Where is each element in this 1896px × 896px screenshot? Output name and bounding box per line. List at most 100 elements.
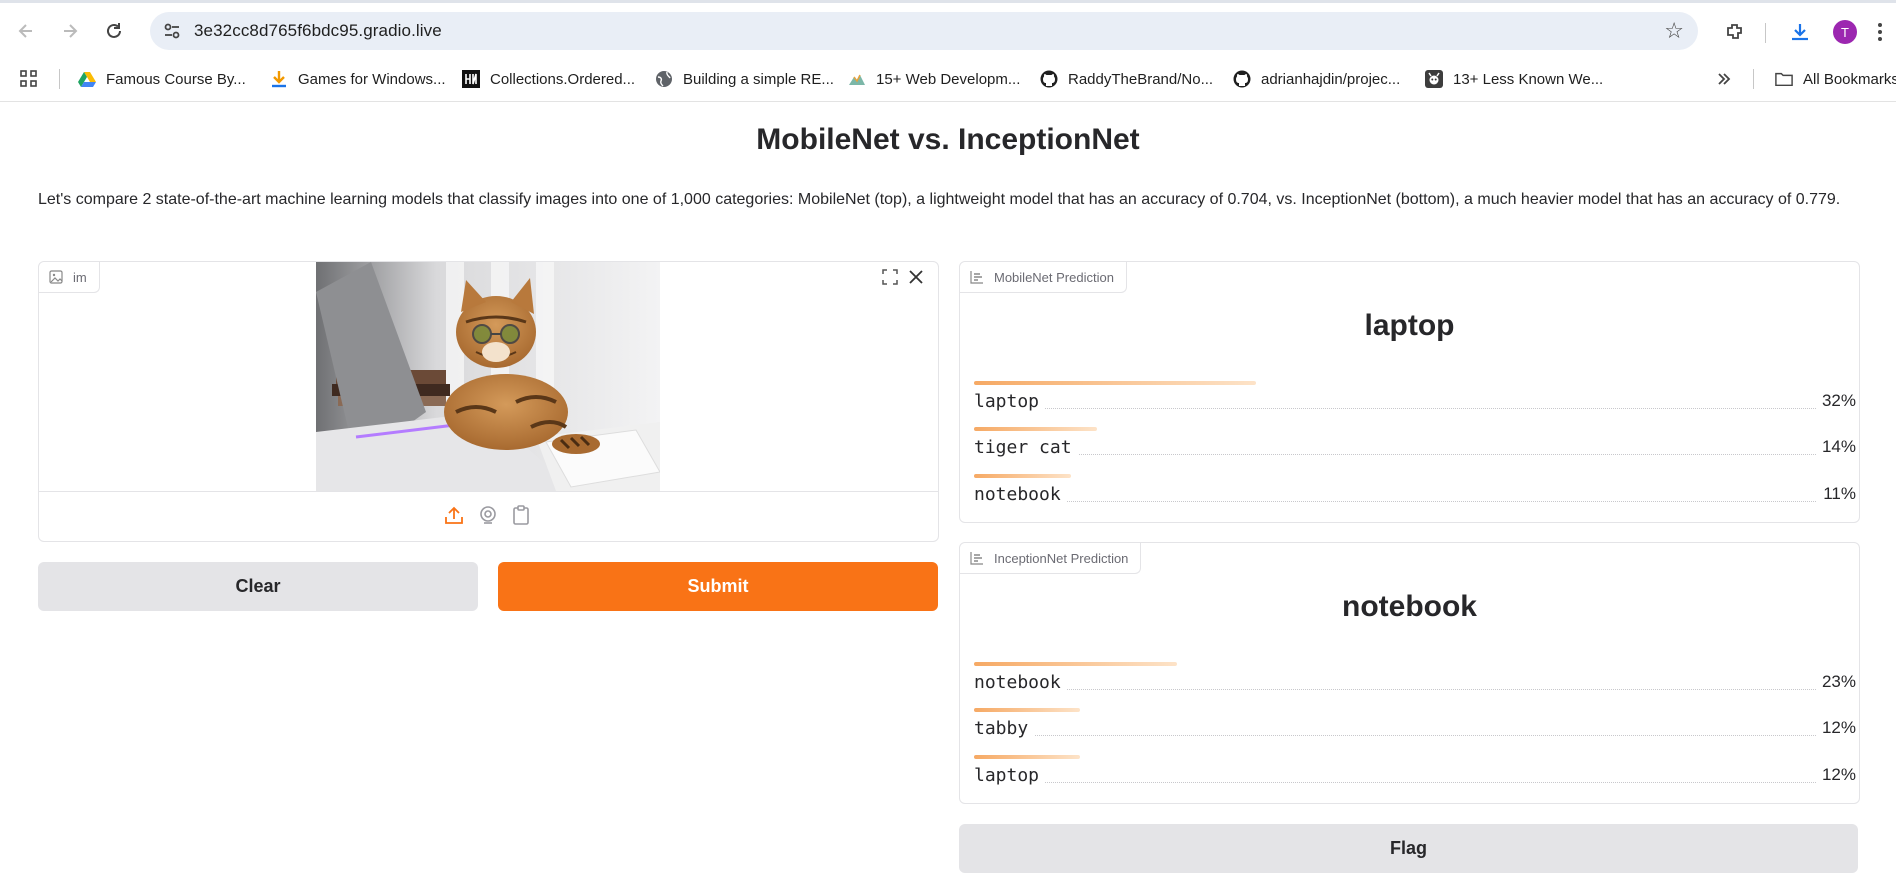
image-icon xyxy=(49,270,63,284)
confidence-bar xyxy=(974,474,1071,478)
bookmark-item-6[interactable]: adrianhajdin/projec... xyxy=(1233,67,1400,91)
reload-icon xyxy=(107,23,121,38)
reload-button[interactable] xyxy=(98,15,130,47)
bar-chart-icon xyxy=(970,271,983,284)
bookmark-label: Games for Windows... xyxy=(298,70,446,88)
confidence-label: notebook xyxy=(974,672,1067,693)
confidence-percent: 32% xyxy=(1815,391,1856,411)
confidence-dots xyxy=(974,782,1856,783)
mountain-logo-icon xyxy=(848,70,866,88)
address-bar[interactable]: 3e32cc8d765f6bdc95.gradio.live ☆ xyxy=(150,12,1698,50)
webcam-source-button[interactable] xyxy=(478,505,500,527)
bookmark-item-0[interactable]: Famous Course By... xyxy=(78,67,246,91)
confidence-row: laptop 32% xyxy=(974,381,1856,421)
image-input-label-text: im xyxy=(73,269,87,285)
bookmark-label: 15+ Web Developm... xyxy=(876,70,1021,88)
clipboard-source-button[interactable] xyxy=(512,505,534,527)
all-bookmarks-folder[interactable]: All Bookmarks xyxy=(1775,67,1896,91)
github-icon xyxy=(1040,70,1058,88)
confidence-dots xyxy=(974,689,1856,690)
confidence-dots xyxy=(974,501,1856,502)
clear-button[interactable]: Clear xyxy=(38,562,478,611)
webcam-icon xyxy=(480,506,496,524)
confidence-label: tabby xyxy=(974,718,1035,739)
confidence-bar xyxy=(974,381,1256,385)
mobilenet-prediction-label-text: MobileNet Prediction xyxy=(994,269,1114,285)
confidence-percent: 11% xyxy=(1817,484,1856,504)
bookmark-item-4[interactable]: 15+ Web Developm... xyxy=(848,67,1020,91)
confidence-percent: 14% xyxy=(1815,437,1856,457)
image-input-block[interactable]: im xyxy=(38,261,939,542)
confidence-row: laptop 12% xyxy=(974,755,1856,795)
inceptionnet-prediction-label-text: InceptionNet Prediction xyxy=(994,550,1129,566)
confidence-row: notebook 11% xyxy=(974,474,1856,514)
close-icon xyxy=(909,270,923,284)
google-drive-icon xyxy=(78,70,96,88)
bookmark-item-2[interactable]: Collections.Ordered... xyxy=(462,67,635,91)
bookmarks-bar: Famous Course By... Games for Windows...… xyxy=(0,57,1896,102)
github-icon xyxy=(1233,70,1251,88)
confidence-percent: 12% xyxy=(1815,765,1856,785)
hn-logo-icon xyxy=(462,70,480,88)
all-bookmarks-label: All Bookmarks xyxy=(1803,70,1896,88)
bookmark-star-icon[interactable]: ☆ xyxy=(1664,19,1684,43)
uploaded-image xyxy=(316,262,660,491)
upload-source-button[interactable] xyxy=(444,505,466,527)
clipboard-icon xyxy=(513,505,529,525)
confidence-dots xyxy=(974,735,1856,736)
clear-image-button[interactable] xyxy=(905,266,927,288)
submit-button[interactable]: Submit xyxy=(498,562,938,611)
bookmark-item-7[interactable]: 13+ Less Known We... xyxy=(1425,67,1603,91)
menu-kebab-icon[interactable] xyxy=(1872,20,1888,44)
confidence-bar xyxy=(974,427,1097,431)
confidence-percent: 12% xyxy=(1815,718,1856,738)
bookmark-item-3[interactable]: Building a simple RE... xyxy=(655,67,834,91)
fullscreen-button[interactable] xyxy=(879,266,901,288)
apps-grid-icon[interactable] xyxy=(20,67,38,91)
bookmark-label: RaddyTheBrand/No... xyxy=(1068,70,1214,88)
mobilenet-prediction-block: MobileNet Prediction laptop laptop 32% t… xyxy=(959,261,1860,523)
confidence-label: tiger cat xyxy=(974,437,1078,458)
dev-logo-icon xyxy=(1425,70,1443,88)
mobilenet-prediction-label: MobileNet Prediction xyxy=(960,262,1127,293)
download-arrow-icon xyxy=(270,70,288,88)
toolbar-divider xyxy=(1765,23,1766,43)
page-title: MobileNet vs. InceptionNet xyxy=(756,123,1140,156)
arrow-right-icon xyxy=(64,24,78,38)
confidence-dots xyxy=(974,454,1856,455)
flag-button[interactable]: Flag xyxy=(959,824,1858,873)
folder-icon xyxy=(1775,70,1793,88)
page-description: Let's compare 2 state-of-the-art machine… xyxy=(38,191,1841,208)
bookmark-item-1[interactable]: Games for Windows... xyxy=(270,67,446,91)
image-source-divider xyxy=(39,491,938,492)
profile-avatar[interactable]: T xyxy=(1833,20,1857,44)
back-button[interactable] xyxy=(10,15,42,47)
confidence-bar xyxy=(974,662,1177,666)
bookmark-item-5[interactable]: RaddyTheBrand/No... xyxy=(1040,67,1213,91)
extensions-icon[interactable] xyxy=(1723,20,1747,44)
globe-icon xyxy=(655,70,673,88)
browser-toolbar: 3e32cc8d765f6bdc95.gradio.live ☆ T xyxy=(0,3,1896,57)
confidence-row: tiger cat 14% xyxy=(974,427,1856,467)
confidence-percent: 23% xyxy=(1815,672,1856,692)
site-settings-icon[interactable] xyxy=(162,21,182,41)
confidence-row: notebook 23% xyxy=(974,662,1856,702)
forward-button[interactable] xyxy=(54,15,86,47)
downloads-icon[interactable] xyxy=(1788,20,1812,44)
url-text[interactable]: 3e32cc8d765f6bdc95.gradio.live xyxy=(194,21,442,41)
confidence-label: laptop xyxy=(974,765,1046,786)
confidence-bar xyxy=(974,708,1080,712)
arrow-left-icon xyxy=(18,24,32,38)
inceptionnet-prediction-block: InceptionNet Prediction notebook noteboo… xyxy=(959,542,1860,804)
bookmark-label: adrianhajdin/projec... xyxy=(1261,70,1401,88)
more-bookmarks-chevron-icon[interactable] xyxy=(1716,67,1732,91)
bar-chart-icon xyxy=(970,552,983,565)
maximize-icon xyxy=(882,269,898,285)
image-input-label: im xyxy=(39,262,100,293)
confidence-label: notebook xyxy=(974,484,1067,505)
bookmark-label: Building a simple RE... xyxy=(683,70,834,88)
inceptionnet-prediction-label: InceptionNet Prediction xyxy=(960,543,1142,574)
confidence-dots xyxy=(974,408,1856,409)
bookmarks-divider xyxy=(59,69,60,89)
mobilenet-top-label: laptop xyxy=(1364,309,1455,342)
